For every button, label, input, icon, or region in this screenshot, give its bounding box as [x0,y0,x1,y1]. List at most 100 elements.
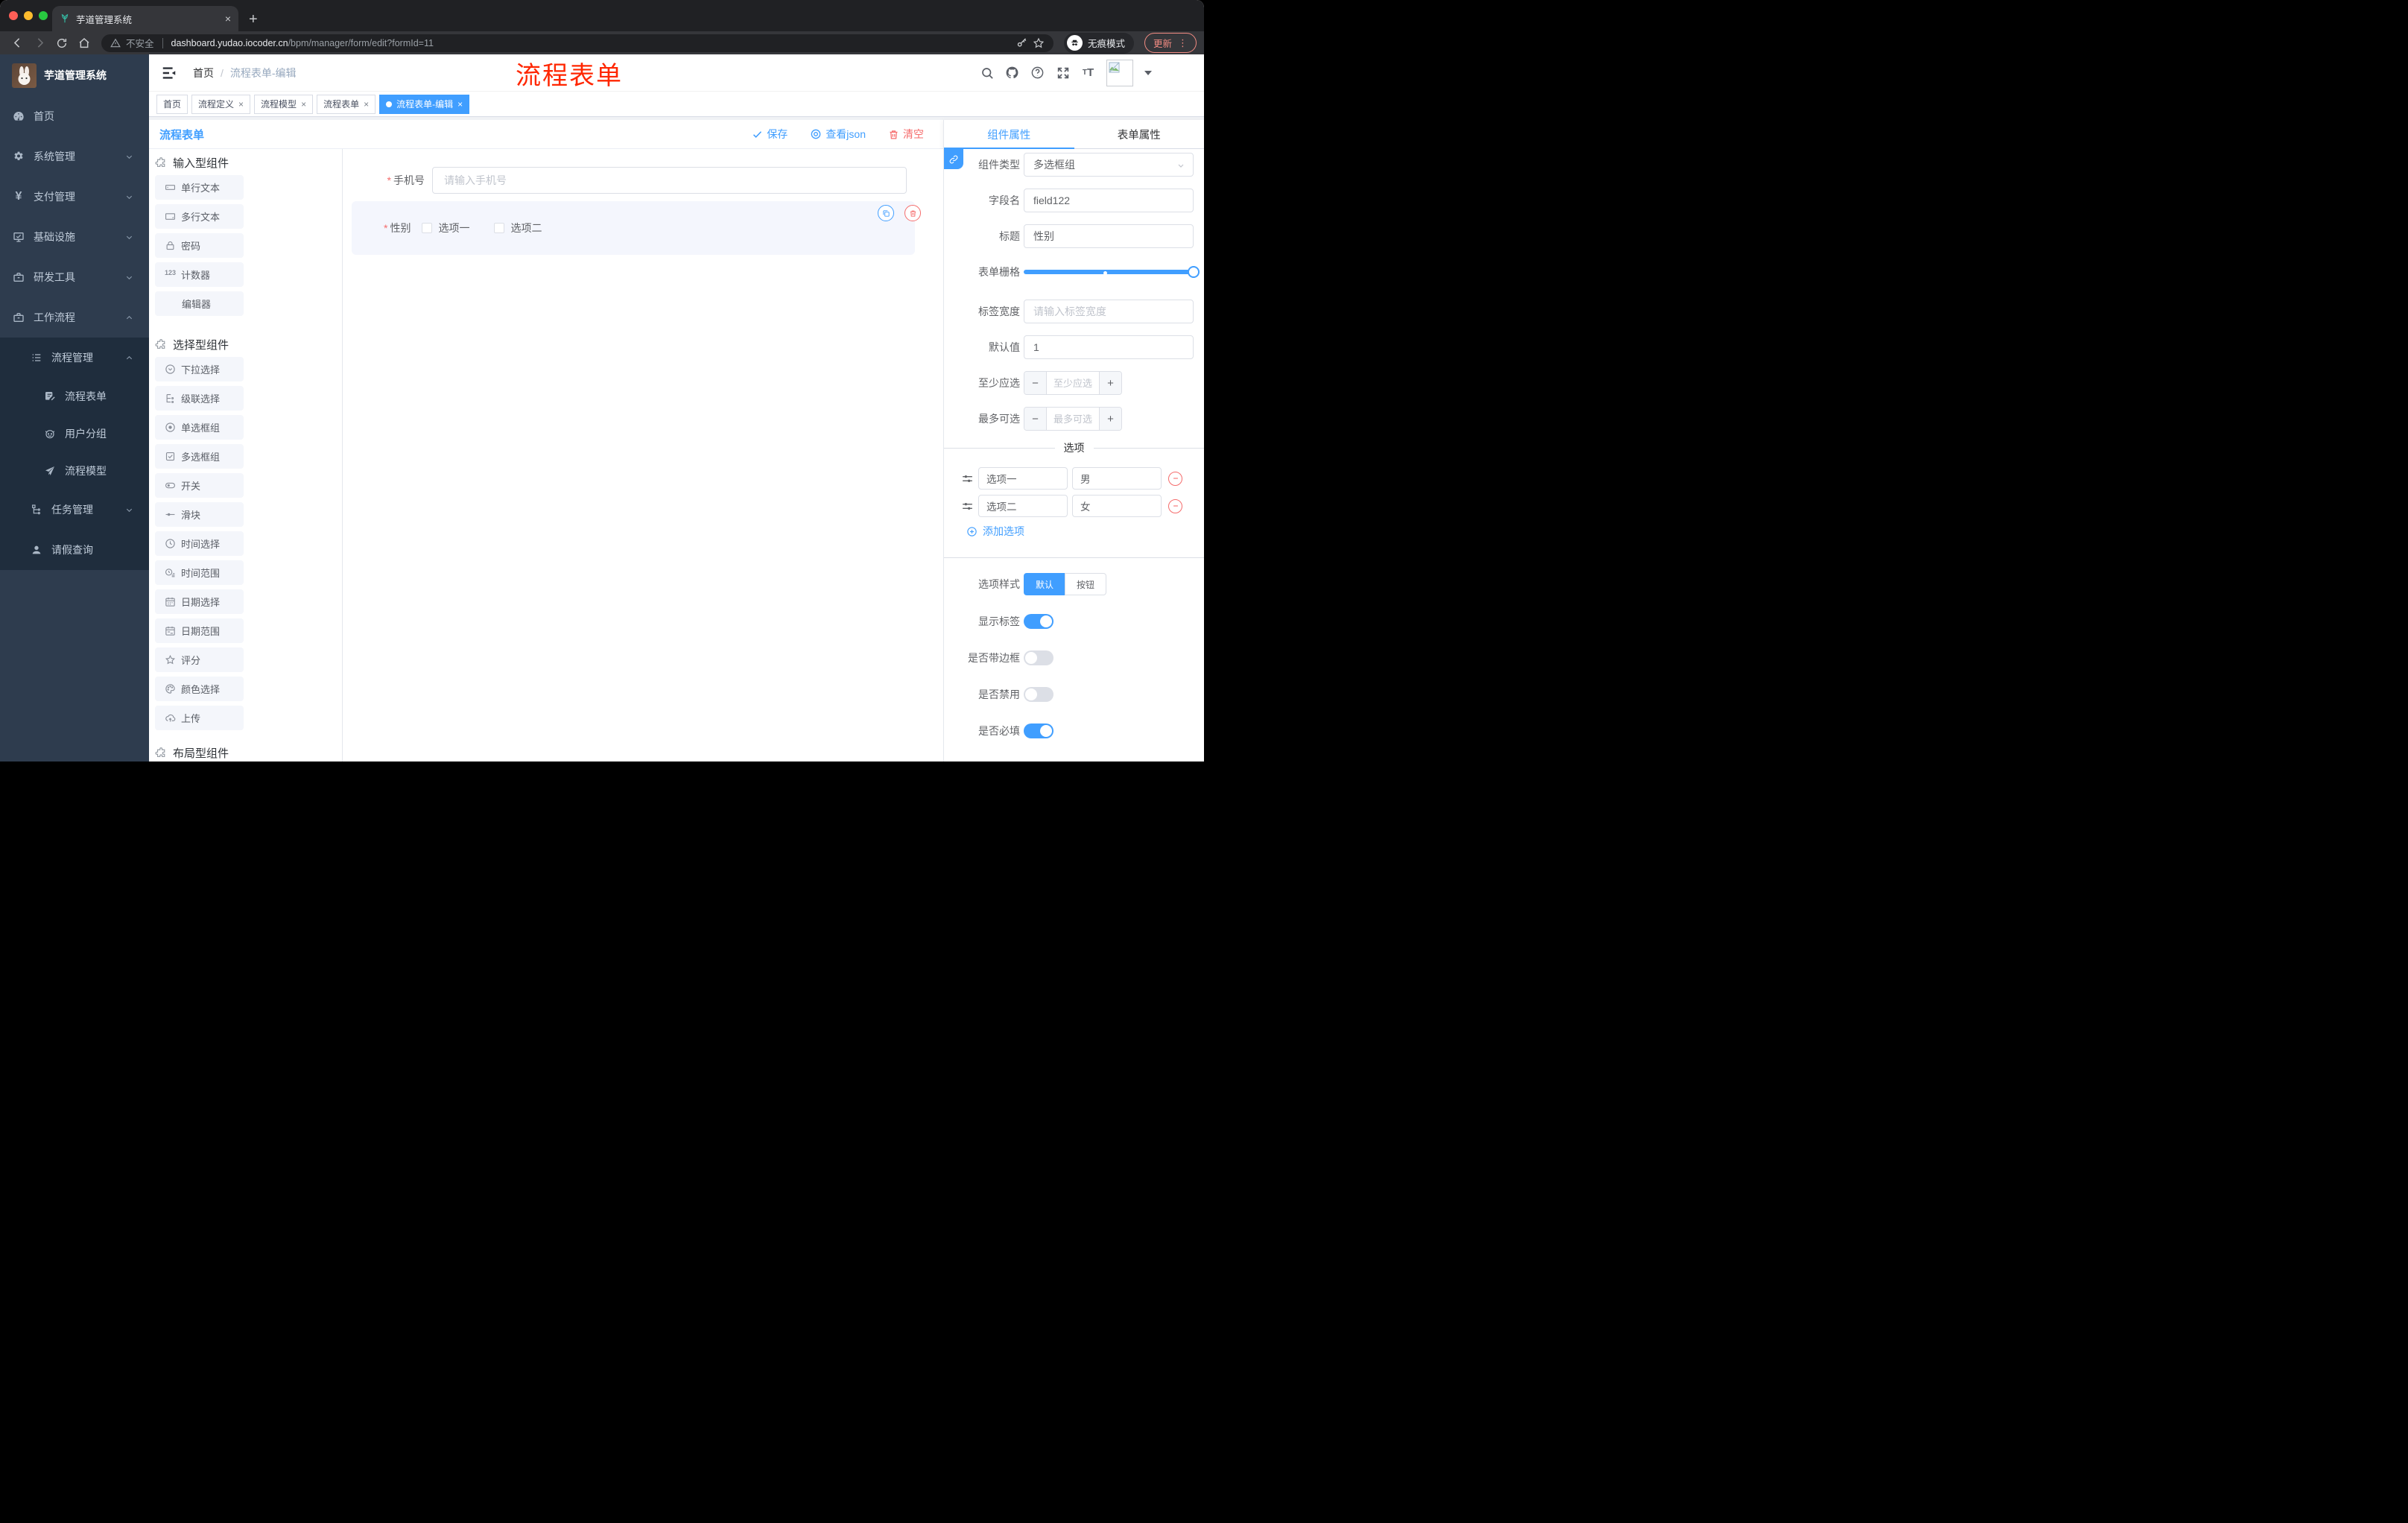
update-button[interactable]: 更新 ⋮ [1144,33,1197,53]
label-width-input[interactable] [1024,300,1194,323]
sidebar-item-user-group[interactable]: 用户分组 [0,415,149,452]
tab-form-props[interactable]: 表单属性 [1074,120,1205,148]
breadcrumb-home[interactable]: 首页 [193,66,214,80]
remove-option-button[interactable] [1168,498,1182,513]
required-toggle[interactable] [1024,723,1054,738]
sidebar-item-home[interactable]: 首页 [0,96,149,136]
zoom-window-button[interactable] [39,11,48,20]
view-json-button[interactable]: 查看json [810,127,866,142]
bookmark-star-icon[interactable] [1033,37,1045,49]
show-label-toggle[interactable] [1024,614,1054,629]
tag-close-icon[interactable]: × [238,99,244,110]
add-option-button[interactable]: 添加选项 [966,524,1204,539]
back-icon[interactable] [7,34,27,53]
option-value-input[interactable] [1072,495,1162,517]
tag-close-icon[interactable]: × [457,99,463,110]
component-time-picker[interactable]: 时间选择 [155,531,244,556]
home-icon[interactable] [75,34,94,53]
close-window-button[interactable] [9,11,18,20]
sidebar-item-task-mgmt[interactable]: 任务管理 [0,490,149,530]
security-warning-icon[interactable] [110,38,121,48]
increase-button[interactable]: + [1099,372,1121,394]
component-counter[interactable]: 123 计数器 [155,262,244,287]
slider-handle[interactable] [1188,266,1200,278]
component-rate[interactable]: 评分 [155,647,244,672]
avatar[interactable] [1106,59,1133,86]
clear-button[interactable]: 清空 [888,127,924,142]
font-size-icon[interactable]: TT [1081,66,1095,80]
component-slider[interactable]: 滑块 [155,502,244,527]
sidebar-item-devtools[interactable]: 研发工具 [0,257,149,297]
option-label-input[interactable] [978,467,1068,490]
sidebar-collapse-icon[interactable] [161,65,177,81]
save-button[interactable]: 保存 [752,127,788,142]
sidebar-logo[interactable]: 芋道管理系统 [0,54,149,96]
reload-icon[interactable] [52,34,72,53]
gender-option2-checkbox[interactable]: 选项二 [494,221,542,235]
component-type-select[interactable]: 多选框组 [1024,153,1194,177]
sidebar-item-payment[interactable]: ¥ 支付管理 [0,177,149,217]
tag-home[interactable]: 首页 [156,94,188,114]
phone-input[interactable] [432,167,907,194]
remove-option-button[interactable] [1168,471,1182,486]
component-select[interactable]: 下拉选择 [155,357,244,381]
browser-menu-icon[interactable]: ⋮ [1178,37,1188,49]
form-grid-slider[interactable] [1024,260,1200,284]
component-time-range[interactable]: 时间范围 [155,560,244,585]
option-value-input[interactable] [1072,467,1162,490]
delete-component-button[interactable] [904,205,921,221]
component-checkbox-group[interactable]: 多选框组 [155,444,244,469]
search-icon[interactable] [980,66,994,80]
sidebar-item-leave-query[interactable]: 请假查询 [0,530,149,570]
help-question-icon[interactable] [1030,66,1045,80]
min-select-input[interactable] [1047,372,1099,394]
default-value-input[interactable] [1024,335,1194,359]
component-date-range[interactable]: 日期范围 [155,618,244,643]
github-icon[interactable] [1005,66,1019,80]
component-password[interactable]: 密码 [155,233,244,258]
password-key-icon[interactable] [1016,37,1027,48]
duplicate-component-button[interactable] [878,205,894,221]
sidebar-item-process-model[interactable]: 流程模型 [0,452,149,490]
tab-component-props[interactable]: 组件属性 [944,120,1074,149]
component-editor[interactable]: 编辑器 [155,291,244,316]
sidebar-item-system[interactable]: 系统管理 [0,136,149,177]
new-tab-button[interactable]: + [249,12,258,27]
drag-handle-icon[interactable] [961,472,974,485]
component-switch[interactable]: 开关 [155,473,244,498]
canvas-field-gender-selected[interactable]: * 性别 选项一 选项二 [352,201,921,255]
component-multi-text[interactable]: 多行文本 [155,204,244,229]
field-name-input[interactable] [1024,189,1194,212]
component-date-picker[interactable]: 日期选择 [155,589,244,614]
fullscreen-icon[interactable] [1056,66,1070,80]
link-icon[interactable] [944,149,963,169]
component-radio-group[interactable]: 单选框组 [155,415,244,440]
disabled-toggle[interactable] [1024,687,1054,702]
browser-tab[interactable]: 芋道管理系统 × [52,6,238,31]
component-upload[interactable]: 上传 [155,706,244,730]
tag-process-form[interactable]: 流程表单 × [317,94,376,114]
tab-close-icon[interactable]: × [225,13,231,25]
forward-icon[interactable] [30,34,49,53]
address-bar[interactable]: 不安全 dashboard.yudao.iocoder.cn/bpm/manag… [101,34,1054,52]
sidebar-item-process-form[interactable]: 流程表单 [0,378,149,415]
increase-button[interactable]: + [1099,408,1121,430]
gender-option1-checkbox[interactable]: 选项一 [422,221,469,235]
slider-track[interactable] [1024,270,1194,274]
tag-process-form-edit[interactable]: 流程表单-编辑 × [379,94,470,114]
tag-process-definition[interactable]: 流程定义 × [191,94,251,114]
tag-process-model[interactable]: 流程模型 × [254,94,314,114]
decrease-button[interactable]: − [1024,372,1047,394]
avatar-caret-icon[interactable] [1144,70,1152,75]
option-label-input[interactable] [978,495,1068,517]
canvas-field-phone[interactable]: * 手机号 [352,167,915,194]
sidebar-item-process-mgmt[interactable]: 流程管理 [0,338,149,378]
title-input[interactable] [1024,224,1194,248]
drag-handle-icon[interactable] [961,500,974,513]
sidebar-item-workflow[interactable]: 工作流程 [0,297,149,338]
tag-close-icon[interactable]: × [301,99,306,110]
component-single-text[interactable]: 单行文本 [155,175,244,200]
border-toggle[interactable] [1024,650,1054,665]
minimize-window-button[interactable] [24,11,33,20]
component-cascader[interactable]: 级联选择 [155,386,244,411]
